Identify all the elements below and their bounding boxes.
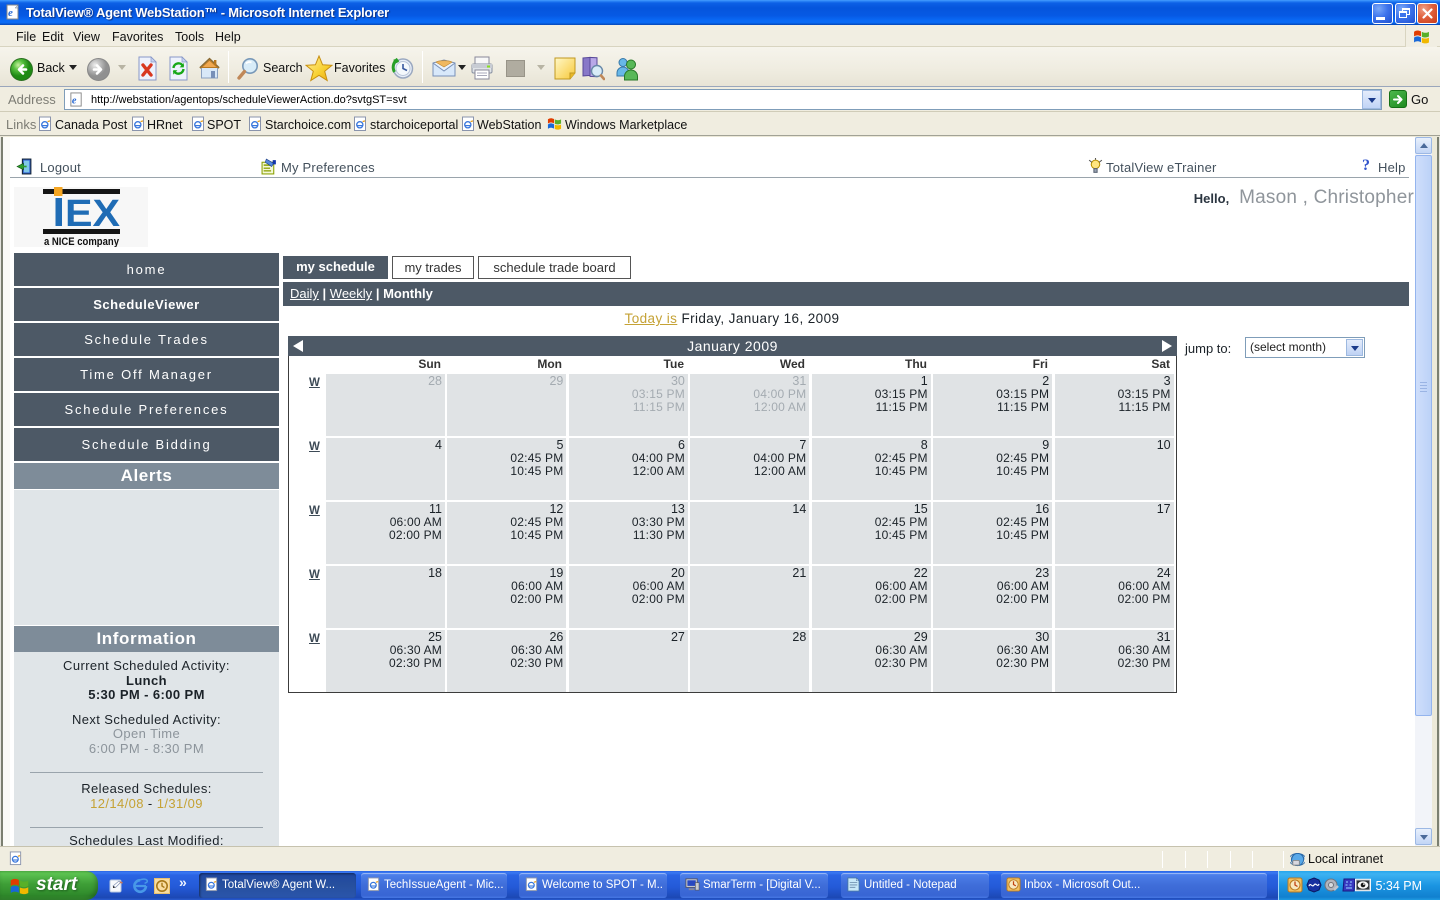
svg-text:a NICE company: a NICE company <box>44 236 120 247</box>
svg-text:e: e <box>72 95 77 106</box>
svg-text:EX: EX <box>65 193 121 235</box>
svg-text:e: e <box>8 7 13 19</box>
